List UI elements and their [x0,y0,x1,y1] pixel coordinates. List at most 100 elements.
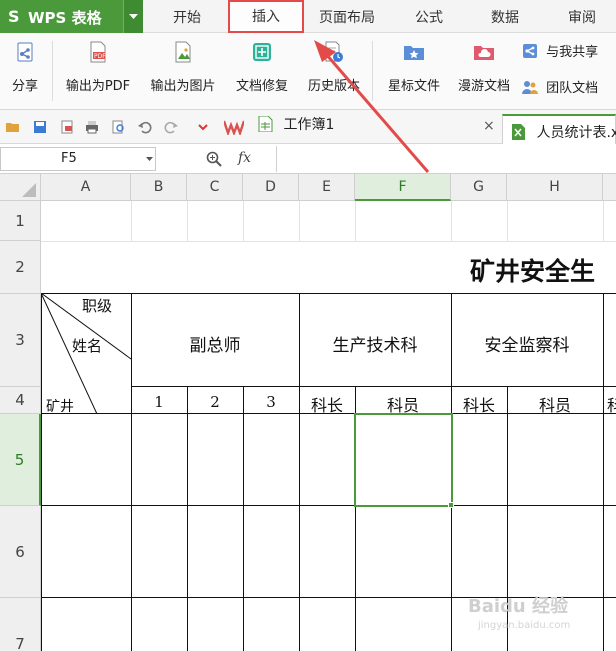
watermark-sub: jingyan.baidu.com [478,620,571,631]
row-header-4[interactable]: 4 [0,387,41,414]
tab-home[interactable]: 开始 [152,0,222,33]
group-header-safety: 安全监察科 [484,336,570,356]
tab-insert[interactable]: 插入 [228,0,304,33]
repair-icon [251,41,273,63]
column-header-c[interactable]: C [187,174,243,201]
gridline [507,201,508,241]
column-header-i[interactable] [603,174,616,201]
image-export-icon [172,41,194,63]
app-name: WPS 表格 [28,9,102,27]
gridline [603,201,604,241]
table-border [131,386,616,387]
formula-bar: F5 fx [0,144,616,174]
chevron-down-icon [129,14,138,19]
export-pdf-button[interactable]: PDF 输出为PDF [58,41,138,105]
print-preview-icon[interactable] [112,120,126,134]
tab-review[interactable]: 审阅 [548,0,616,33]
column-header-d[interactable]: D [243,174,299,201]
gridline [299,201,300,241]
share-icon [14,41,36,63]
wps-logo: S [8,7,20,26]
team-docs-label: 团队文档 [546,81,599,96]
export-image-label: 输出为图片 [150,79,216,94]
doc-repair-button[interactable]: 文档修复 [228,41,296,105]
doc-tab-workbook-label: 工作簿1 [283,117,335,133]
sub-header-b: 1 [154,393,164,411]
formula-input[interactable] [276,146,616,172]
tab-page-layout[interactable]: 页面布局 [308,0,386,33]
row-header-5[interactable]: 5 [0,414,41,506]
starred-files-button[interactable]: 星标文件 [380,41,448,105]
history-version-button[interactable]: 历史版本 [300,41,368,105]
selected-cell-f5[interactable] [354,413,453,507]
row-header-6[interactable]: 6 [0,506,41,598]
redo-icon[interactable] [164,120,178,134]
column-header-a[interactable]: A [41,174,131,201]
sub-header-i: 科 [607,396,616,415]
sub-header-d: 3 [266,393,276,411]
tab-data[interactable]: 数据 [470,0,540,33]
fill-handle[interactable] [448,502,454,508]
diag-header-bottom: 矿井 [46,399,74,415]
table-border [187,386,188,651]
shared-with-me-label: 与我共享 [546,45,599,60]
roaming-docs-label: 漫游文档 [457,79,510,94]
column-header-h[interactable]: H [507,174,603,201]
table-border [243,386,244,651]
name-box[interactable]: F5 [0,147,156,171]
history-icon [323,41,345,63]
ribbon: 分享 PDF 输出为PDF 输出为图片 文档修复 历史版本 星标文件 漫游文档 … [0,33,616,110]
sub-header-h: 科员 [538,396,571,415]
row-header-2[interactable]: 2 [0,241,41,294]
sub-header-c: 2 [210,393,220,411]
export-icon[interactable] [60,120,74,134]
gridline [355,201,356,241]
tab-formulas[interactable]: 公式 [396,0,462,33]
select-all-corner[interactable] [0,174,41,201]
row-header-1[interactable]: 1 [0,201,41,241]
chevron-down-icon[interactable] [146,157,153,161]
row-header-3[interactable]: 3 [0,294,41,387]
gridline [41,241,616,242]
print-icon[interactable] [85,120,99,134]
open-folder-icon[interactable] [6,120,20,134]
close-tab-icon[interactable]: × [483,118,495,134]
spreadsheet-grid[interactable]: A B C D E F G H 1 2 3 4 5 6 7 矿井安全生 职级 姓… [0,174,616,651]
history-version-label: 历史版本 [307,79,360,94]
doc-tab-active[interactable]: 人员统计表.x [502,114,616,144]
doc-tab-workbook[interactable]: 工作簿1 [258,114,334,144]
column-header-f[interactable]: F [355,174,451,201]
roaming-docs-button[interactable]: 漫游文档 [450,41,518,105]
gridline [187,201,188,241]
column-header-e[interactable]: E [299,174,355,201]
wps-brand-icon[interactable] [224,119,244,135]
export-image-button[interactable]: 输出为图片 [142,41,224,105]
ribbon-divider [52,41,53,101]
starred-files-label: 星标文件 [387,79,440,94]
column-header-b[interactable]: B [131,174,187,201]
group-header-deputy: 副总师 [189,336,241,356]
row-header-7[interactable]: 7 [0,598,41,651]
function-icon[interactable]: fx [238,150,251,166]
zoom-icon[interactable] [206,151,222,167]
table-border [603,293,604,651]
app-menu-dropdown[interactable] [123,0,143,33]
menu-bar: S WPS 表格 开始 插入 页面布局 公式 数据 审阅 [0,0,616,33]
watermark: Baidu 经验 [468,596,569,617]
doc-tab-active-label: 人员统计表.x [536,125,616,141]
app-menu-button[interactable]: S WPS 表格 [0,0,143,33]
sub-header-e: 科长 [310,396,343,415]
diag-header-top: 职级 [82,297,113,315]
share-button[interactable]: 分享 [4,41,46,105]
share-label: 分享 [11,79,38,94]
gridline [131,201,132,241]
team-docs-button[interactable]: 团队文档 [522,77,598,99]
undo-icon[interactable] [138,120,152,134]
svg-text:PDF: PDF [94,53,106,60]
column-header-g[interactable]: G [451,174,507,201]
customize-toolbar-icon[interactable] [196,120,210,134]
gridline [243,201,244,241]
pdf-icon: PDF [87,41,109,63]
save-icon[interactable] [33,120,47,134]
shared-with-me-button[interactable]: 与我共享 [522,41,598,63]
